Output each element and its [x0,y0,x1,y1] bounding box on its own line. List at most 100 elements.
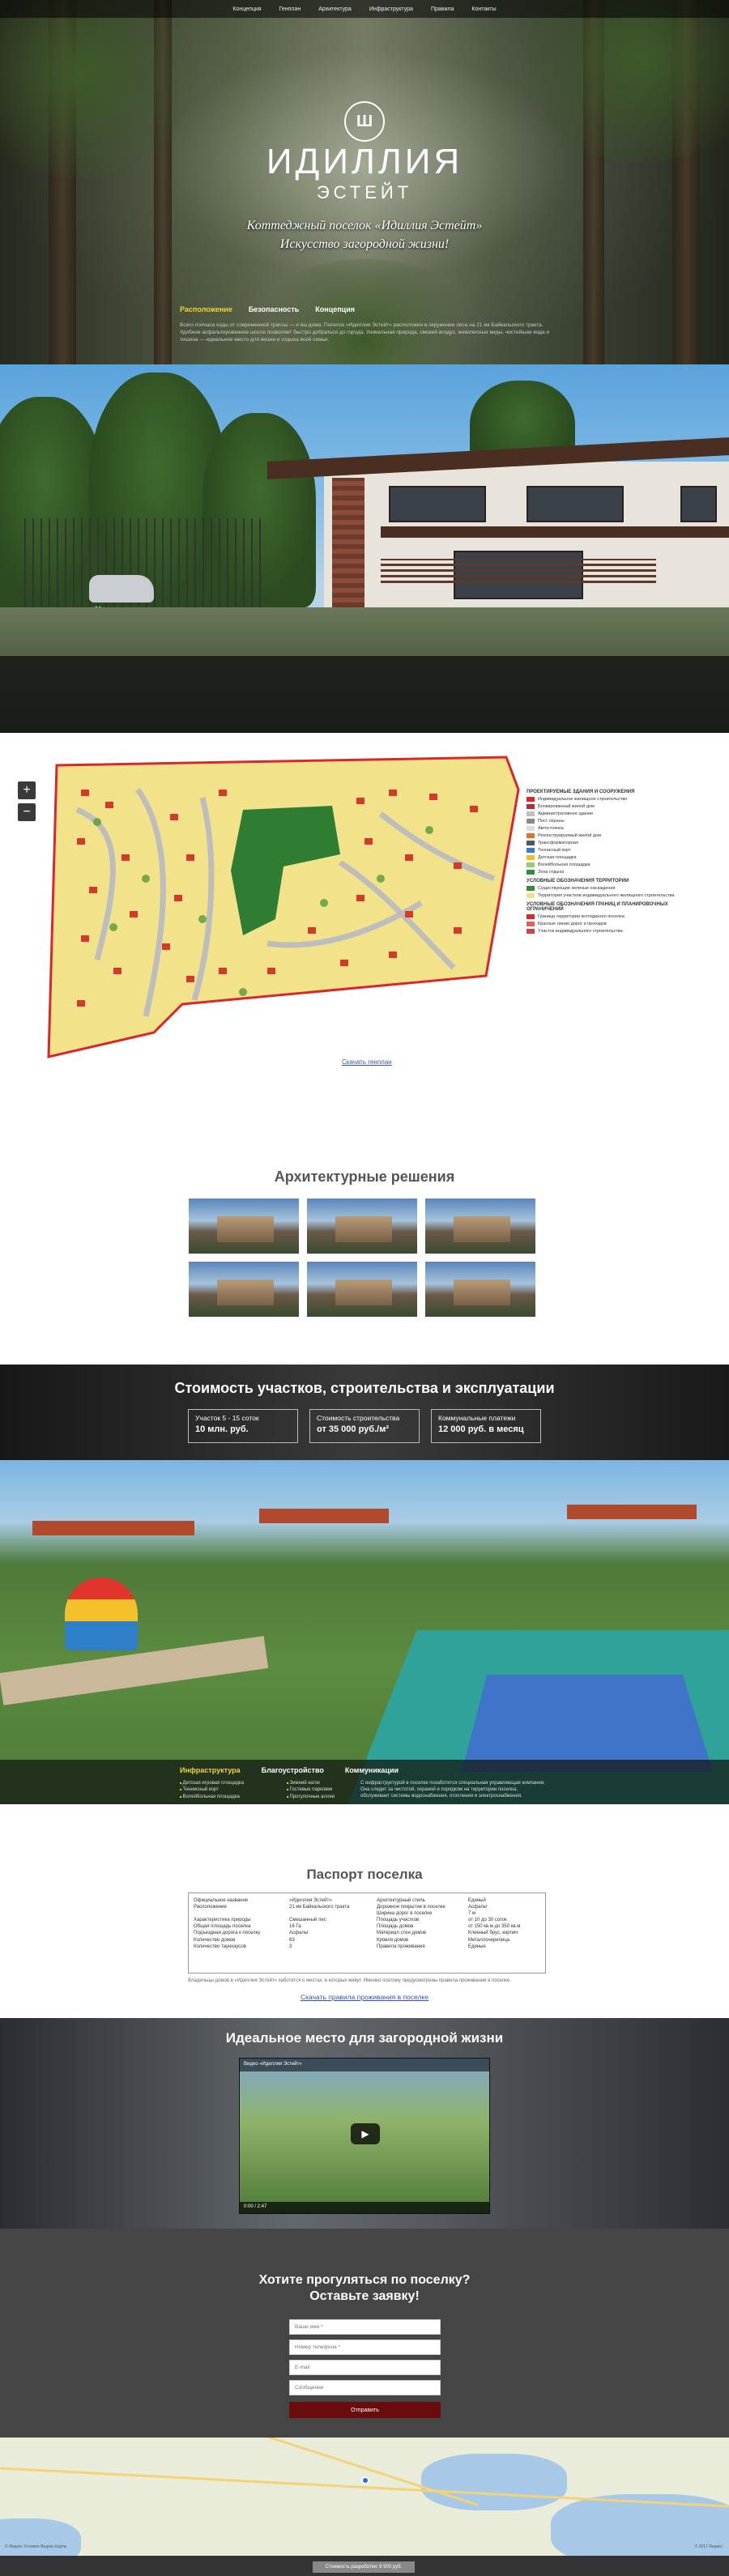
house-photo-thumbnail[interactable] [307,1262,417,1317]
video-time: 0:00 / 2:47 [244,2204,267,2209]
passport-value: от 150 кв.м до 350 кв.м [468,1924,521,1930]
form-title: Хотите прогуляться по поселку? [258,2273,471,2287]
townhouse-roof [259,1509,389,1523]
car [89,575,154,602]
house-window [680,486,717,522]
legend-item: Пост охраны [526,819,688,824]
passport-value: Единый [468,1898,486,1903]
tab-security[interactable]: Безопасность [249,305,299,313]
tab-infrastructure[interactable]: Инфраструктура [180,1766,241,1774]
passport-value: Металлочерепица [468,1937,510,1943]
passport-label: Кровля домов [377,1937,409,1943]
legend-swatch [526,833,535,838]
legend-label: Автостоянка [538,826,564,831]
foliage [502,0,729,162]
nav-link-masterplan[interactable]: Генплан [279,6,301,12]
legend-item: Волейбольная площадка [526,862,688,867]
passport-label: Расположение [194,1905,227,1910]
video-title: Идеальное место для загородной жизни [225,2030,504,2046]
location-map[interactable] [0,2438,729,2556]
legend-label: Трансформаторная [538,841,578,845]
play-icon[interactable]: ▶ [351,2123,380,2144]
nav-link-architecture[interactable]: Архитектура [318,6,352,12]
list-item: Волейбольная площадка [180,1794,269,1800]
legend-label: Территория участков индивидуального жили… [538,893,675,898]
passport-label: Площадь участков [377,1918,420,1923]
legend-label: Детская площадка [538,855,577,860]
passport-value: Смешанный лес [289,1918,326,1923]
legend-swatch [526,886,535,891]
price-label: Коммунальные платежи [438,1414,516,1422]
house-photo-thumbnail[interactable] [189,1262,299,1317]
legend-swatch [526,893,535,898]
house-window [526,486,624,522]
legend-heading: УСЛОВНЫЕ ОБОЗНАЧЕНИЯ ГРАНИЦ И ПЛАНИРОВОЧ… [526,902,668,912]
zoom-in-button[interactable]: + [18,781,36,799]
legend-item: Граница территории коттеджного поселка [526,914,688,919]
message-field[interactable] [289,2380,441,2395]
download-masterplan-link[interactable]: Скачать генплан [342,1058,392,1066]
nav-link-concept[interactable]: Концепция [232,6,261,12]
nav-link-rules[interactable]: Правила [431,6,454,12]
price-value: 10 млн. руб. [195,1424,249,1434]
legend-label: Зона отдыха [538,870,565,875]
email-field[interactable] [289,2360,441,2375]
legend-swatch [526,929,535,934]
tab-location[interactable]: Расположение [180,305,232,313]
location-tabs: Расположение Безопасность Концепция [180,305,355,313]
list-item: Теннисный корт [180,1786,269,1793]
video-controls[interactable]: 0:00 / 2:47 [240,2202,489,2213]
passport-label [194,1910,287,1917]
legend-item: Красные линии дорог и проездов [526,922,688,926]
passport-value: 16 Га [289,1924,301,1930]
nav-link-infrastructure[interactable]: Инфраструктура [369,6,413,12]
passport-value: 63 [289,1937,295,1943]
tab-utilities[interactable]: Коммуникации [345,1766,399,1774]
legend-item: Зона отдыха [526,870,688,875]
passport-value: Асфальт [289,1931,309,1936]
price-label: Стоимость строительства [317,1414,400,1422]
hero-slogan: Искусство загородной жизни! [279,237,450,251]
passport-label: Ширина дорог в поселке [377,1911,433,1917]
map-pin-icon[interactable] [361,2476,369,2484]
passport-label: Характеристика природы [194,1918,251,1923]
zoom-out-button[interactable]: − [18,803,36,821]
submit-button[interactable]: Отправить [289,2402,441,2418]
legend-item: Автостоянка [526,826,688,831]
hero-tagline: Коттеджный поселок «Идиллия Эстейт» [246,219,483,232]
legend-label: Блокированный жилой дом [538,804,595,809]
legend-label: Граница территории коттеджного поселка [538,914,625,919]
legend-label: Участок индивидуального строительства [538,929,623,934]
passport-value: 21 км Байкальского тракта [289,1905,350,1910]
map-copyright-right: © 2017 Яндекс [694,2544,723,2549]
logo-subtitle: ЭСТЕЙТ [316,182,413,202]
legend-label: Волейбольная площадка [538,862,590,867]
nav-link-contacts[interactable]: Контакты [471,6,496,12]
passport-value: от 10 до 30 соток [468,1918,507,1923]
phone-field[interactable] [289,2340,441,2355]
video-player[interactable]: Видео «Идиллия Эстейт» ▶ 0:00 / 2:47 [239,2058,490,2214]
price-box-plot: Участок 5 - 15 соток 10 млн. руб. [188,1409,298,1443]
legend-swatch [526,811,535,816]
location-info-band [0,656,729,733]
legend-swatch [526,862,535,867]
legend-swatch [526,804,535,809]
house-photo-thumbnail[interactable] [425,1262,535,1317]
tab-landscaping[interactable]: Благоустройство [262,1766,324,1774]
passport-label: Материал стен домов [377,1931,426,1936]
developer-cost-button[interactable]: Стоимость разработки: 9 900 руб. [313,2561,415,2573]
map-road [0,2467,729,2508]
infrastructure-description: С инфраструктурой в поселке позаботится … [360,1781,545,1799]
house-roof-lower [381,526,729,538]
tab-concept[interactable]: Концепция [315,305,355,313]
map-copyright[interactable]: © Яндекс Условия Яндекс.Карты [5,2544,66,2549]
passport-label: Площадь домов [377,1924,414,1930]
name-field[interactable] [289,2319,441,2335]
house-photo-thumbnail[interactable] [189,1199,299,1254]
download-rules-link[interactable]: Скачать правила проживания в поселке [0,1993,729,2001]
prices-title: Стоимость участков, строительства и эксп… [174,1380,555,1396]
house-photo-thumbnail[interactable] [425,1199,535,1254]
legend-label: Красные линии дорог и проездов [538,922,607,926]
passport-note: Владельцы домов в «Идиллия Эстейт» забот… [188,1978,511,1983]
house-photo-thumbnail[interactable] [307,1199,417,1254]
